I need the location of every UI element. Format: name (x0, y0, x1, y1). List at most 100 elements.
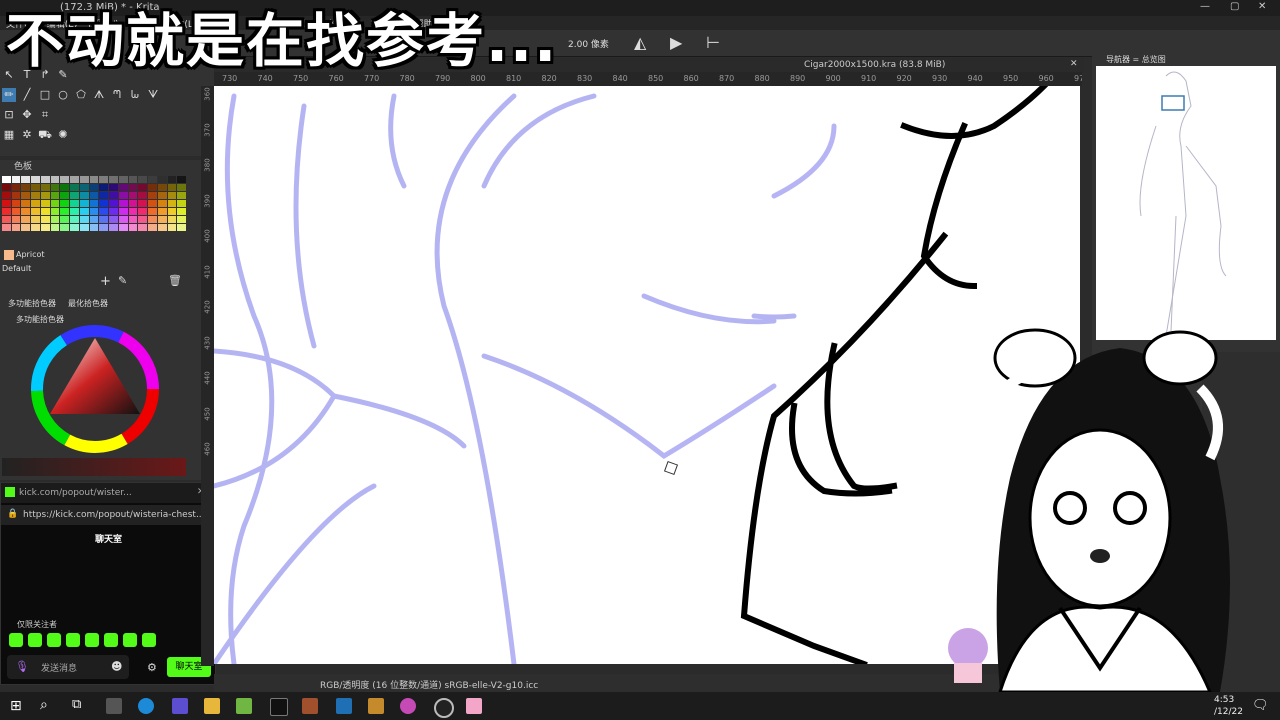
color-picker-icon[interactable]: ✲ (20, 128, 34, 142)
windows-start-icon[interactable]: ⊞ (10, 698, 22, 714)
palette-swatch[interactable] (70, 192, 79, 199)
palette-swatch[interactable] (167, 192, 177, 199)
palette-swatch[interactable] (2, 216, 11, 223)
palette-swatch[interactable] (21, 176, 31, 183)
mirror-horizontal-icon[interactable]: ◭ (634, 33, 646, 52)
palette-swatch[interactable] (79, 200, 89, 207)
close-icon[interactable]: ✕ (1258, 1, 1266, 12)
chat-url-bar[interactable]: 🔒 https://kick.com/popout/wisteria-chest… (1, 505, 215, 525)
palette-swatch[interactable] (99, 216, 109, 223)
palette-swatch[interactable] (50, 192, 60, 199)
palette-swatch[interactable] (128, 216, 138, 223)
palette-swatch[interactable] (60, 192, 70, 199)
palette-swatch[interactable] (177, 224, 186, 231)
palette-swatch[interactable] (157, 176, 167, 183)
navigator-preview[interactable] (1096, 66, 1276, 340)
palette-swatch[interactable] (109, 224, 118, 231)
palette-swatch[interactable] (138, 208, 148, 215)
palette-swatch[interactable] (138, 176, 148, 183)
palette-swatch[interactable] (50, 176, 60, 183)
palette-swatch[interactable] (50, 200, 60, 207)
palette-swatch[interactable] (21, 208, 31, 215)
palette-swatch[interactable] (2, 176, 11, 183)
palette-swatch[interactable] (167, 216, 177, 223)
palette-swatch[interactable] (167, 176, 177, 183)
document-tab-close-icon[interactable]: ✕ (1070, 59, 1078, 69)
bezier-tool-icon[interactable]: ᘉ (110, 88, 124, 102)
palette-swatch[interactable] (99, 192, 109, 199)
palette-swatch[interactable] (31, 224, 40, 231)
krita-icon[interactable] (400, 698, 416, 714)
palette-swatch[interactable] (2, 208, 11, 215)
palette-swatch[interactable] (138, 184, 148, 191)
palette-swatch[interactable] (157, 184, 167, 191)
palette-swatch[interactable] (2, 200, 11, 207)
palette-swatch[interactable] (118, 192, 128, 199)
delete-swatch-icon[interactable]: 🗑 (168, 274, 182, 287)
palette-swatch[interactable] (99, 224, 109, 231)
palette-swatch[interactable] (79, 184, 89, 191)
palette-swatch[interactable] (157, 224, 167, 231)
palette-swatch[interactable] (177, 184, 186, 191)
palette-swatch[interactable] (138, 200, 148, 207)
palette-swatch[interactable] (128, 192, 138, 199)
palette-swatch[interactable] (109, 208, 118, 215)
palette-swatch[interactable] (70, 200, 79, 207)
pink-app-icon[interactable] (466, 698, 482, 714)
game-app-icon[interactable] (302, 698, 318, 714)
palette-swatch[interactable] (177, 192, 186, 199)
palette-swatch[interactable] (157, 216, 167, 223)
palette-swatch[interactable] (167, 208, 177, 215)
palette-swatch[interactable] (11, 200, 21, 207)
palette-swatch[interactable] (157, 192, 167, 199)
palette-swatch[interactable] (11, 176, 21, 183)
palette-swatch[interactable] (109, 216, 118, 223)
palette-swatch[interactable] (2, 224, 11, 231)
palette-swatch[interactable] (70, 176, 79, 183)
palette-swatch[interactable] (31, 184, 40, 191)
chart-app-icon[interactable] (172, 698, 188, 714)
obs-icon[interactable] (434, 698, 454, 718)
mirror-vertical-icon[interactable]: ▶ (670, 33, 682, 52)
palette-swatches[interactable] (2, 176, 186, 231)
palette-swatch[interactable] (70, 208, 79, 215)
palette-swatch[interactable] (148, 208, 157, 215)
palette-swatch[interactable] (31, 176, 40, 183)
palette-swatch[interactable] (21, 184, 31, 191)
palette-swatch[interactable] (31, 208, 40, 215)
palette-swatch[interactable] (157, 200, 167, 207)
maximize-icon[interactable]: ▢ (1230, 1, 1239, 12)
gradient-tool-icon[interactable]: ▦ (2, 128, 16, 142)
palette-swatch[interactable] (177, 176, 186, 183)
microphone-icon[interactable]: 🎙 (15, 660, 29, 673)
palette-swatch[interactable] (177, 208, 186, 215)
brush-tool-icon[interactable]: ✏ (2, 88, 16, 102)
palette-swatch[interactable] (138, 192, 148, 199)
palette-swatch[interactable] (11, 192, 21, 199)
palette-swatch[interactable] (21, 192, 31, 199)
palette-swatch[interactable] (138, 216, 148, 223)
file-explorer-icon[interactable] (204, 698, 220, 714)
app-icon[interactable] (368, 698, 384, 714)
palette-swatch[interactable] (138, 224, 148, 231)
emoji-icon[interactable]: ☻ (111, 660, 122, 673)
palette-swatch[interactable] (128, 200, 138, 207)
palette-swatch[interactable] (177, 200, 186, 207)
palette-swatch[interactable] (60, 224, 70, 231)
vscode-icon[interactable] (336, 698, 352, 714)
palette-swatch[interactable] (31, 192, 40, 199)
palette-swatch[interactable] (50, 208, 60, 215)
ellipse-tool-icon[interactable]: ○ (56, 88, 70, 102)
taskbar-app-icon[interactable] (106, 698, 122, 714)
minimize-icon[interactable]: — (1200, 1, 1210, 12)
palette-swatch[interactable] (99, 176, 109, 183)
palette-swatch[interactable] (89, 192, 99, 199)
palette-swatch[interactable] (167, 184, 177, 191)
palette-swatch[interactable] (89, 184, 99, 191)
polyline-tool-icon[interactable]: ᗑ (92, 88, 106, 102)
palette-swatch[interactable] (148, 184, 157, 191)
palette-swatch[interactable] (60, 200, 70, 207)
palette-swatch[interactable] (79, 208, 89, 215)
emote-row[interactable] (9, 633, 193, 647)
task-view-icon[interactable]: ⧉ (72, 697, 81, 712)
